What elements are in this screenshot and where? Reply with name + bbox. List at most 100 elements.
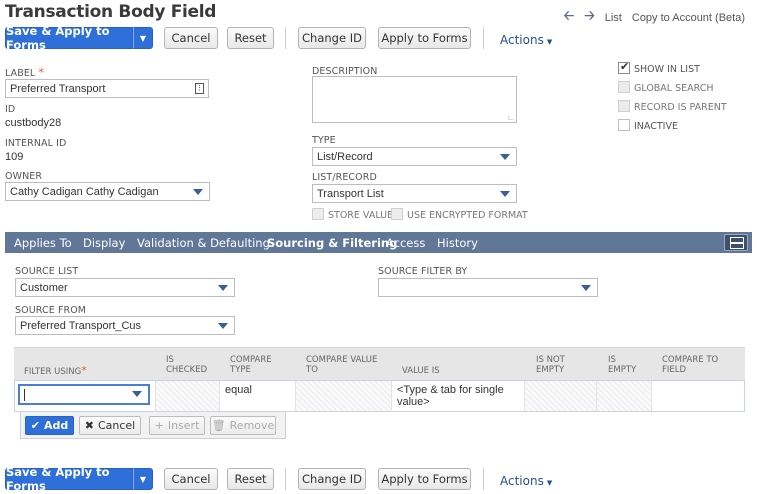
chevron-down-icon: ▼ <box>139 33 147 43</box>
store-value-checkbox[interactable] <box>312 208 324 220</box>
arrow-right-icon[interactable]: 🡢 <box>584 7 595 29</box>
chevron-down-icon: ▼ <box>139 474 147 484</box>
use-encrypted-checkbox[interactable] <box>391 208 403 220</box>
tab-sourcing-filtering[interactable]: Sourcing & Filtering <box>267 236 397 250</box>
source-from-label: SOURCE FROM <box>15 305 87 316</box>
save-apply-button[interactable]: Save & Apply to Forms <box>5 465 133 493</box>
filter-using-cell <box>15 381 156 411</box>
actions-menu[interactable]: Actions ▼ <box>500 33 552 47</box>
source-list-label: SOURCE LIST <box>15 266 79 277</box>
compare-to-field-cell[interactable] <box>652 381 744 411</box>
chevron-down-icon <box>193 189 203 195</box>
type-label: TYPE <box>312 135 336 146</box>
plus-icon: + <box>154 419 164 432</box>
record-is-parent-checkbox[interactable] <box>618 100 630 112</box>
row-cancel-button[interactable]: ✖ Cancel <box>79 416 141 435</box>
filter-using-select[interactable] <box>18 384 150 405</box>
field-help-icon[interactable]: ⋮ <box>195 83 204 94</box>
checkmark-icon: ✔ <box>30 419 40 432</box>
col-is-not-empty: IS NOT EMPTY <box>536 355 565 375</box>
chevron-down-icon <box>581 285 591 291</box>
view-toggle-icon[interactable] <box>724 234 748 251</box>
value-is-cell[interactable]: <Type & tab for single value> <box>392 381 525 411</box>
inactive-label: INACTIVE <box>634 121 678 132</box>
add-button[interactable]: ✔ Add <box>25 416 74 435</box>
insert-button[interactable]: + Insert <box>149 416 205 435</box>
tab-applies-to[interactable]: Applies To <box>14 236 72 250</box>
bottom-toolbar: Save & Apply to Forms ▼ Cancel Reset Cha… <box>5 465 750 493</box>
trash-icon: 🗑 <box>211 419 226 432</box>
owner-select[interactable]: Cathy Cadigan Cathy Cadigan <box>5 182 210 201</box>
apply-to-forms-button[interactable]: Apply to Forms <box>378 468 471 490</box>
col-filter-using: FILTER USING* <box>24 364 87 377</box>
cancel-button[interactable]: Cancel <box>164 27 218 49</box>
source-filter-by-label: SOURCE FILTER BY <box>378 266 468 277</box>
is-empty-cell <box>597 381 652 411</box>
apply-to-forms-button[interactable]: Apply to Forms <box>378 27 471 49</box>
reset-button[interactable]: Reset <box>227 468 274 490</box>
toolbar-divider <box>483 468 484 490</box>
save-options-dropdown[interactable]: ▼ <box>133 468 153 490</box>
description-textarea[interactable]: ∟ <box>312 76 517 123</box>
filter-edit-row: equal <Type & tab for single value> <box>14 380 745 412</box>
page-title: Transaction Body Field <box>5 2 217 22</box>
label-field-label: LABEL * <box>5 66 45 79</box>
record-is-parent-label: RECORD IS PARENT <box>634 102 727 113</box>
save-apply-button[interactable]: Save & Apply to Forms <box>5 24 133 52</box>
toolbar-divider <box>285 468 286 490</box>
col-compare-value-to: COMPARE VALUE TO <box>306 355 378 375</box>
resize-handle-icon[interactable]: ∟ <box>507 113 515 122</box>
inactive-checkbox[interactable] <box>618 119 630 131</box>
change-id-button[interactable]: Change ID <box>298 27 366 49</box>
sublist-buttons: ✔ Add ✖ Cancel + Insert 🗑 Remove <box>20 412 286 439</box>
toolbar-divider <box>285 27 286 49</box>
reset-button[interactable]: Reset <box>227 27 274 49</box>
compare-value-to-cell <box>296 381 392 411</box>
tab-display[interactable]: Display <box>83 236 125 250</box>
caret-down-icon: ▼ <box>546 38 553 46</box>
remove-button[interactable]: 🗑 Remove <box>210 416 276 435</box>
actions-menu[interactable]: Actions ▼ <box>500 474 552 488</box>
internal-id-label: INTERNAL ID <box>5 138 67 149</box>
use-encrypted-label: USE ENCRYPTED FORMAT <box>407 210 528 221</box>
chevron-down-icon <box>500 154 510 160</box>
show-in-list-label: SHOW IN LIST <box>634 64 700 75</box>
caret-down-icon: ▼ <box>546 479 553 487</box>
source-list-select[interactable]: Customer <box>15 278 235 297</box>
tab-history[interactable]: History <box>437 236 478 250</box>
col-is-checked: IS CHECKED <box>166 355 208 375</box>
source-filter-by-select[interactable] <box>378 278 598 297</box>
show-in-list-checkbox[interactable] <box>618 60 630 74</box>
chevron-down-icon <box>132 391 142 397</box>
toolbar-divider <box>483 27 484 49</box>
filter-grid-header: FILTER USING* IS CHECKED COMPARE TYPE COMP… <box>14 347 745 380</box>
tab-validation-defaulting[interactable]: Validation & Defaulting <box>137 236 270 250</box>
col-compare-type: COMPARE TYPE <box>230 355 272 375</box>
id-label: ID <box>5 104 16 115</box>
col-compare-to-field: COMPARE TO FIELD <box>662 355 719 375</box>
internal-id-value: 109 <box>5 151 24 163</box>
global-search-checkbox[interactable] <box>618 81 630 93</box>
list-record-select[interactable]: Transport List <box>312 184 517 203</box>
chevron-down-icon <box>500 191 510 197</box>
list-record-label: LIST/RECORD <box>312 172 377 183</box>
save-options-dropdown[interactable]: ▼ <box>133 27 153 49</box>
page-nav: 🡠 🡢 List Copy to Account (Beta) <box>564 7 745 29</box>
cancel-button[interactable]: Cancel <box>164 468 218 490</box>
col-value-is: VALUE IS <box>402 366 440 376</box>
chevron-down-icon <box>218 323 228 329</box>
list-link[interactable]: List <box>605 12 622 24</box>
is-checked-cell <box>156 381 220 411</box>
change-id-button[interactable]: Change ID <box>298 468 366 490</box>
required-indicator: * <box>38 66 45 79</box>
is-not-empty-cell <box>525 381 597 411</box>
arrow-left-icon[interactable]: 🡠 <box>564 7 575 29</box>
source-from-select[interactable]: Preferred Transport_Cus <box>15 316 235 335</box>
id-value: custbody28 <box>5 117 62 129</box>
copy-to-account-link[interactable]: Copy to Account (Beta) <box>632 12 745 24</box>
compare-type-cell[interactable]: equal <box>220 381 296 411</box>
top-toolbar: Save & Apply to Forms ▼ Cancel Reset Cha… <box>5 24 750 52</box>
type-select[interactable]: List/Record <box>312 147 517 166</box>
label-input[interactable]: Preferred Transport ⋮ <box>5 79 209 98</box>
tab-access[interactable]: Access <box>386 236 425 250</box>
